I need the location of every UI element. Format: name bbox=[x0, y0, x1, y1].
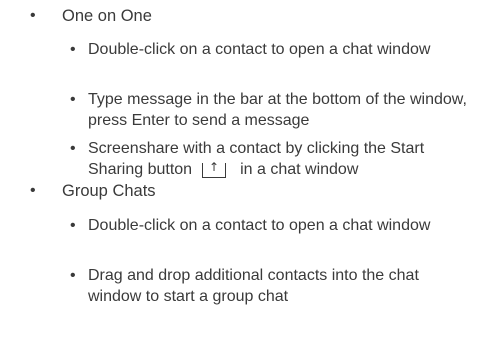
bullet-icon: • bbox=[70, 91, 76, 108]
bullet-icon: • bbox=[70, 217, 76, 234]
bullet-list-document: • One on One • Double-click on a contact… bbox=[0, 0, 484, 344]
list-item-drag-drop: Drag and drop additional contacts into t… bbox=[88, 267, 419, 305]
start-sharing-icon: ↑ bbox=[202, 160, 227, 178]
list-item-open-chat-group: Double-click on a contact to open a chat… bbox=[88, 217, 431, 234]
bullet-icon: • bbox=[30, 182, 36, 199]
list-item-open-chat: Double-click on a contact to open a chat… bbox=[88, 41, 431, 58]
bullet-icon: • bbox=[30, 7, 36, 24]
bullet-icon: • bbox=[70, 267, 76, 284]
bullet-icon: • bbox=[70, 41, 76, 58]
list-item-send-message: Type message in the bar at the bottom of… bbox=[88, 91, 467, 129]
bullet-icon: • bbox=[70, 140, 76, 157]
screenshare-text-after: in a chat window bbox=[240, 161, 359, 178]
section-title-one-on-one: One on One bbox=[62, 7, 152, 25]
list-item-screenshare: Screenshare with a contact by clicking t… bbox=[88, 138, 478, 180]
section-title-group-chats: Group Chats bbox=[62, 182, 156, 200]
